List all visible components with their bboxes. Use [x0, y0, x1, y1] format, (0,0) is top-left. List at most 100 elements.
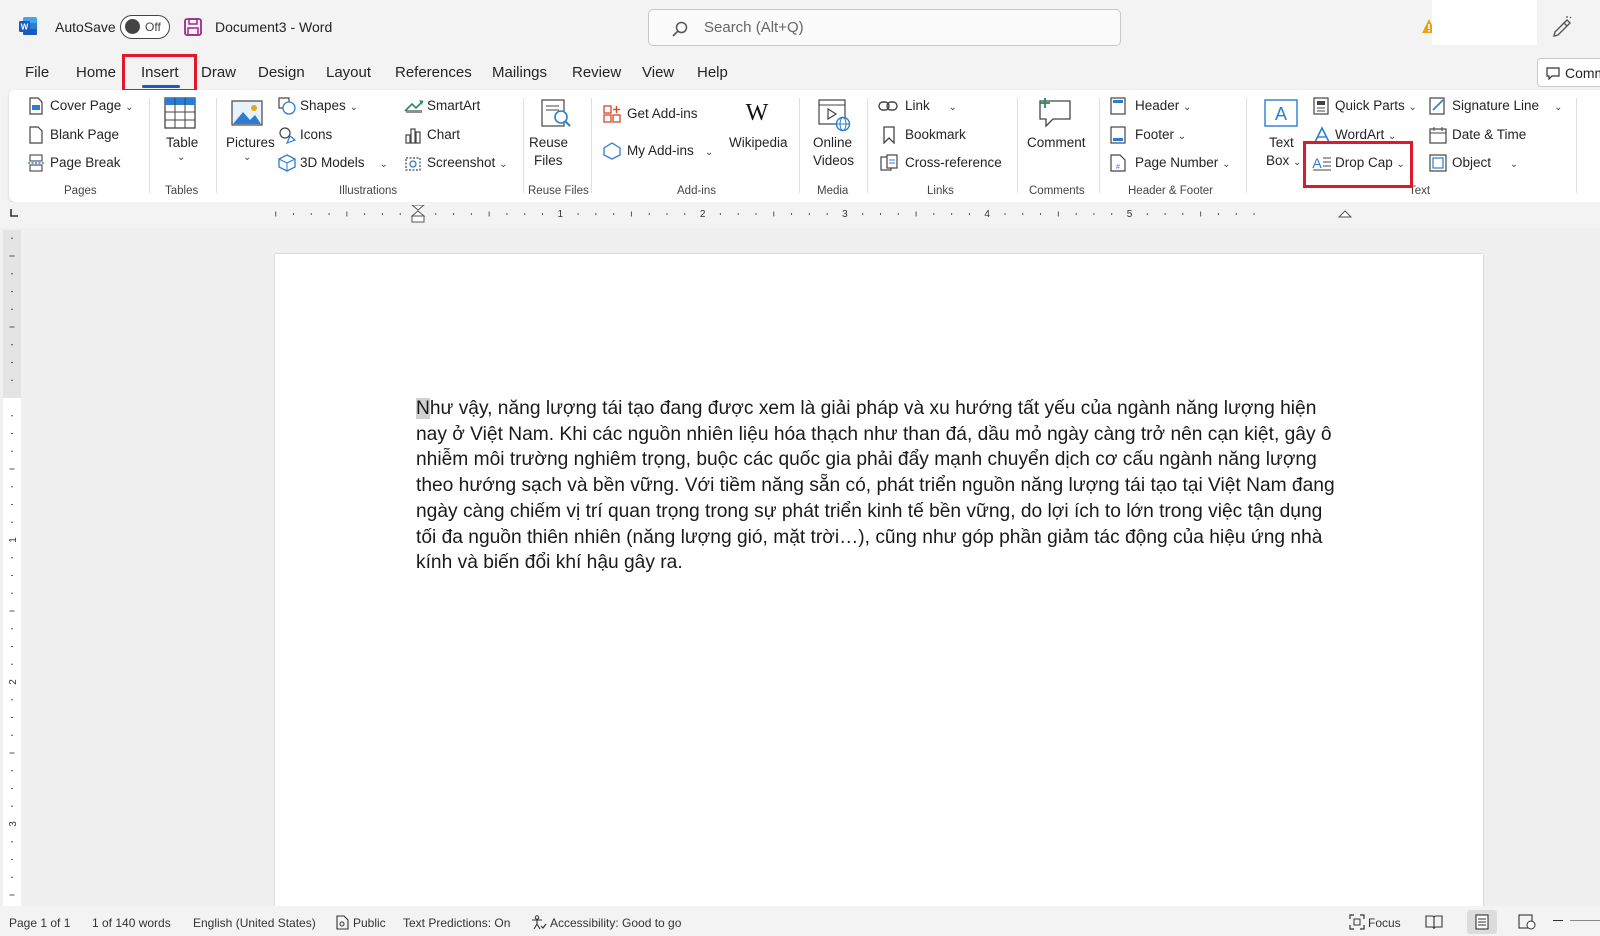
zoom-slider[interactable]: [1570, 920, 1600, 921]
cover-page-button[interactable]: Cover Page ⌄: [50, 98, 133, 113]
vertical-ruler-number: 1: [8, 537, 19, 543]
document-paragraph[interactable]: Như vậy, năng lượng tái tạo đang được xe…: [416, 396, 1341, 576]
new-comment-icon: [1037, 96, 1073, 128]
account-area: [1432, 0, 1537, 45]
designer-pen-icon[interactable]: [1550, 15, 1572, 37]
print-layout-button[interactable]: [1467, 910, 1497, 934]
wordart-label: WordArt: [1335, 127, 1385, 142]
ruler-scale: 1 2 3 4 5: [275, 205, 1353, 223]
chevron-down-icon: ⌄: [1183, 102, 1192, 113]
chevron-down-icon: ⌄: [705, 147, 714, 158]
wordart-button[interactable]: WordArt ⌄: [1335, 127, 1396, 142]
tab-draw[interactable]: Draw: [201, 64, 236, 81]
quick-parts-button[interactable]: Quick Parts ⌄: [1335, 98, 1417, 113]
get-addins-button[interactable]: Get Add-ins: [627, 106, 698, 121]
tab-home[interactable]: Home: [76, 64, 116, 81]
screenshot-button[interactable]: Screenshot ⌄: [427, 155, 507, 170]
group-label-links: Links: [927, 185, 954, 197]
chart-button[interactable]: Chart: [427, 127, 460, 142]
reuse-files-button[interactable]: Reuse: [529, 135, 568, 150]
group-label-comments: Comments: [1029, 185, 1085, 197]
document-page[interactable]: [275, 254, 1483, 914]
autosave-toggle[interactable]: Off: [120, 15, 170, 39]
ribbon-separator: [867, 98, 868, 193]
shapes-button[interactable]: Shapes ⌄: [300, 98, 358, 113]
ribbon-separator: [149, 98, 150, 193]
page-number-button[interactable]: Page Number ⌄: [1135, 155, 1230, 170]
table-button[interactable]: Table: [166, 135, 198, 150]
ribbon-separator: [523, 98, 524, 193]
online-videos-button-line2[interactable]: Videos: [813, 153, 854, 168]
reuse-files-button-line2[interactable]: Files: [534, 153, 563, 168]
bookmark-button[interactable]: Bookmark: [905, 127, 966, 142]
link-button[interactable]: Link ⌄: [905, 98, 957, 113]
ribbon-separator: [799, 98, 800, 193]
online-videos-button[interactable]: Online: [813, 135, 852, 150]
text-predictions-status[interactable]: Text Predictions: On: [403, 916, 510, 930]
signature-line-button[interactable]: Signature Line ⌄: [1452, 98, 1562, 113]
drop-cap-selection[interactable]: N: [416, 398, 430, 419]
sensitivity-status[interactable]: Public: [353, 916, 386, 930]
text-box-button-line2[interactable]: Box ⌄: [1266, 153, 1301, 168]
search-box[interactable]: Search (Alt+Q): [648, 9, 1121, 46]
read-mode-icon[interactable]: [1425, 914, 1443, 930]
my-addins-label: My Add-ins: [627, 143, 694, 158]
svg-text:#: #: [1116, 164, 1120, 171]
chevron-down-icon: ⌄: [125, 102, 134, 113]
tab-review[interactable]: Review: [572, 64, 621, 81]
vertical-ruler[interactable]: 1 2 3: [0, 230, 24, 906]
tab-design[interactable]: Design: [258, 64, 305, 81]
smartart-button[interactable]: SmartArt: [427, 98, 480, 113]
search-placeholder: Search (Alt+Q): [704, 19, 804, 36]
zoom-out-icon[interactable]: [1553, 920, 1563, 922]
header-button[interactable]: Header ⌄: [1135, 98, 1191, 113]
indent-marker-right[interactable]: [1337, 210, 1353, 218]
word-count[interactable]: 1 of 140 words: [92, 916, 171, 930]
paragraph-text[interactable]: hư vậy, năng lượng tái tạo đang được xem…: [416, 398, 1335, 573]
page-break-button[interactable]: Page Break: [50, 155, 121, 170]
language-status[interactable]: English (United States): [193, 916, 316, 930]
vertical-ruler-number: 3: [8, 821, 19, 827]
footer-button[interactable]: Footer ⌄: [1135, 127, 1186, 142]
save-icon[interactable]: [183, 17, 203, 37]
indent-marker-left[interactable]: [410, 205, 426, 223]
accessibility-status[interactable]: Accessibility: Good to go: [550, 916, 681, 930]
tab-references[interactable]: References: [395, 64, 472, 81]
blank-page-button[interactable]: Blank Page: [50, 127, 119, 142]
tab-help[interactable]: Help: [697, 64, 728, 81]
pictures-button[interactable]: Pictures: [226, 135, 275, 150]
svg-text:W: W: [746, 100, 769, 124]
date-time-button[interactable]: Date & Time: [1452, 127, 1526, 142]
chevron-down-icon: ⌄: [379, 159, 388, 170]
page-count[interactable]: Page 1 of 1: [9, 916, 70, 930]
tab-layout[interactable]: Layout: [326, 64, 371, 81]
get-addins-icon: [603, 105, 621, 123]
wikipedia-button[interactable]: Wikipedia: [729, 135, 788, 150]
ribbon-separator: [591, 98, 592, 193]
tab-selector-icon[interactable]: [9, 208, 19, 218]
web-layout-icon[interactable]: [1518, 914, 1536, 930]
my-addins-button[interactable]: My Add-ins ⌄: [627, 143, 713, 158]
group-label-tables: Tables: [165, 185, 199, 197]
chevron-down-icon: ⌄: [1222, 159, 1231, 170]
wikipedia-icon: W: [742, 98, 772, 124]
tab-file[interactable]: File: [25, 64, 49, 81]
object-button[interactable]: Object ⌄: [1452, 155, 1518, 170]
comment-button[interactable]: Comment: [1027, 135, 1086, 150]
focus-button[interactable]: Focus: [1368, 916, 1401, 930]
chevron-down-icon[interactable]: ⌄: [177, 152, 185, 163]
focus-icon: [1349, 914, 1365, 930]
cross-reference-button[interactable]: Cross-reference: [905, 155, 1002, 170]
online-videos-icon: [817, 98, 851, 132]
group-label-addins: Add-ins: [677, 185, 716, 197]
header-icon: [1110, 97, 1126, 115]
icons-button[interactable]: Icons: [300, 127, 332, 142]
tab-view[interactable]: View: [642, 64, 674, 81]
chevron-down-icon[interactable]: ⌄: [243, 152, 251, 163]
icons-icon: [278, 126, 296, 144]
document-title: Document3 - Word: [215, 19, 333, 35]
comments-button[interactable]: Comm: [1537, 58, 1600, 87]
text-box-button[interactable]: Text: [1269, 135, 1294, 150]
tab-mailings[interactable]: Mailings: [492, 64, 547, 81]
3d-models-button[interactable]: 3D Models ⌄: [300, 155, 388, 170]
